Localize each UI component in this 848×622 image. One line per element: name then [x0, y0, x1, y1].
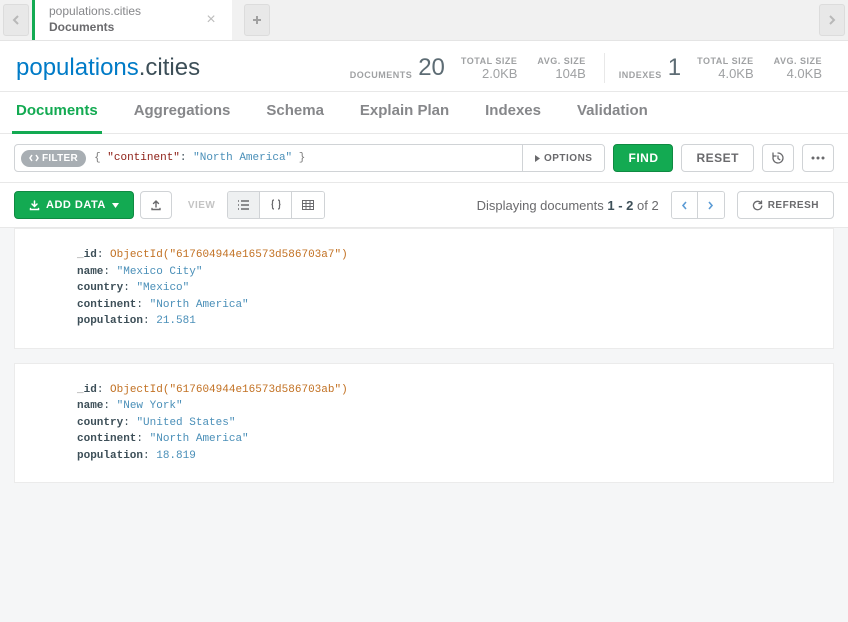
stat-doc-avg-size: AVG. SIZE 104B — [527, 56, 595, 81]
page-next-button[interactable] — [698, 192, 724, 218]
options-button[interactable]: OPTIONS — [522, 145, 605, 171]
caret-right-icon — [535, 155, 540, 162]
documents-content: _id: ObjectId("617604944e16573d586703a7"… — [0, 228, 848, 622]
tab-title: populations.cities — [49, 4, 202, 20]
view-toggle — [227, 191, 325, 219]
tab-aggregations[interactable]: Aggregations — [130, 92, 235, 134]
stat-divider — [604, 53, 605, 83]
stat-idx-total-size: TOTAL SIZE 4.0KB — [687, 56, 764, 81]
tab-prev-button[interactable] — [3, 4, 29, 36]
tab-documents[interactable]: Documents — [12, 92, 102, 134]
view-table-button[interactable] — [292, 192, 324, 218]
chevron-right-icon — [707, 201, 714, 210]
caret-down-icon — [112, 203, 119, 208]
braces-icon — [270, 199, 282, 211]
tab-indexes[interactable]: Indexes — [481, 92, 545, 134]
filter-input-wrap[interactable]: FILTER { "continent": "North America" } … — [14, 144, 605, 172]
find-button[interactable]: FIND — [613, 144, 673, 172]
filter-input[interactable]: { "continent": "North America" } — [86, 152, 522, 164]
chevron-right-icon — [828, 15, 836, 25]
tab-validation[interactable]: Validation — [573, 92, 652, 134]
stat-documents-label: DOCUMENTS — [350, 70, 413, 80]
namespace-db[interactable]: populations — [16, 54, 139, 81]
stat-documents: DOCUMENTS 20 — [344, 56, 451, 80]
documents-toolbar: ADD DATA VIEW Displaying documents 1 - 2… — [0, 183, 848, 228]
stat-indexes: INDEXES 1 — [613, 56, 687, 80]
view-json-button[interactable] — [260, 192, 292, 218]
filter-badge: FILTER — [21, 150, 86, 167]
import-button[interactable] — [140, 191, 172, 219]
tab-explain-plan[interactable]: Explain Plan — [356, 92, 453, 134]
tab-next-button[interactable] — [819, 4, 845, 36]
stat-documents-value: 20 — [418, 56, 445, 80]
tab-add-button[interactable] — [244, 4, 270, 36]
namespace-collection: .cities — [139, 54, 200, 81]
page-prev-button[interactable] — [672, 192, 698, 218]
more-button[interactable] — [802, 144, 834, 172]
stat-indexes-label: INDEXES — [619, 70, 662, 80]
display-count: Displaying documents 1 - 2 of 2 — [477, 198, 659, 213]
view-list-button[interactable] — [228, 192, 260, 218]
stat-indexes-value: 1 — [668, 56, 681, 80]
tab-close-button[interactable]: × — [202, 11, 220, 29]
document-card[interactable]: _id: ObjectId("617604944e16573d586703a7"… — [14, 228, 834, 349]
stat-doc-total-size: TOTAL SIZE 2.0KB — [451, 56, 528, 81]
namespace-title: populations.cities — [16, 54, 200, 82]
document-card[interactable]: _id: ObjectId("617604944e16573d586703ab"… — [14, 363, 834, 484]
tab-subtitle: Documents — [49, 20, 202, 36]
list-icon — [237, 200, 250, 210]
reset-button[interactable]: RESET — [681, 144, 754, 172]
pager — [671, 191, 725, 219]
stat-idx-avg-size: AVG. SIZE 4.0KB — [764, 56, 832, 81]
query-bar: FILTER { "continent": "North America" } … — [0, 134, 848, 183]
tab-text: populations.cities Documents — [49, 4, 202, 35]
code-icon — [29, 154, 39, 162]
chevron-left-icon — [12, 15, 20, 25]
refresh-icon — [752, 200, 763, 211]
collection-header: populations.cities DOCUMENTS 20 TOTAL SI… — [0, 41, 848, 92]
add-data-button[interactable]: ADD DATA — [14, 191, 134, 219]
plus-icon — [252, 15, 262, 25]
chevron-left-icon — [681, 201, 688, 210]
collection-tabs: Documents Aggregations Schema Explain Pl… — [0, 92, 848, 134]
tab-active[interactable]: populations.cities Documents × — [32, 0, 232, 40]
refresh-button[interactable]: REFRESH — [737, 191, 834, 219]
download-icon — [29, 200, 40, 211]
history-button[interactable] — [762, 144, 794, 172]
view-label: VIEW — [188, 200, 216, 211]
tab-schema[interactable]: Schema — [262, 92, 328, 134]
ellipsis-icon — [811, 156, 825, 160]
collection-stats: DOCUMENTS 20 TOTAL SIZE 2.0KB AVG. SIZE … — [344, 53, 832, 83]
tab-bar: populations.cities Documents × — [0, 0, 848, 41]
upload-icon — [150, 199, 162, 211]
table-icon — [302, 200, 314, 210]
history-icon — [771, 151, 785, 165]
